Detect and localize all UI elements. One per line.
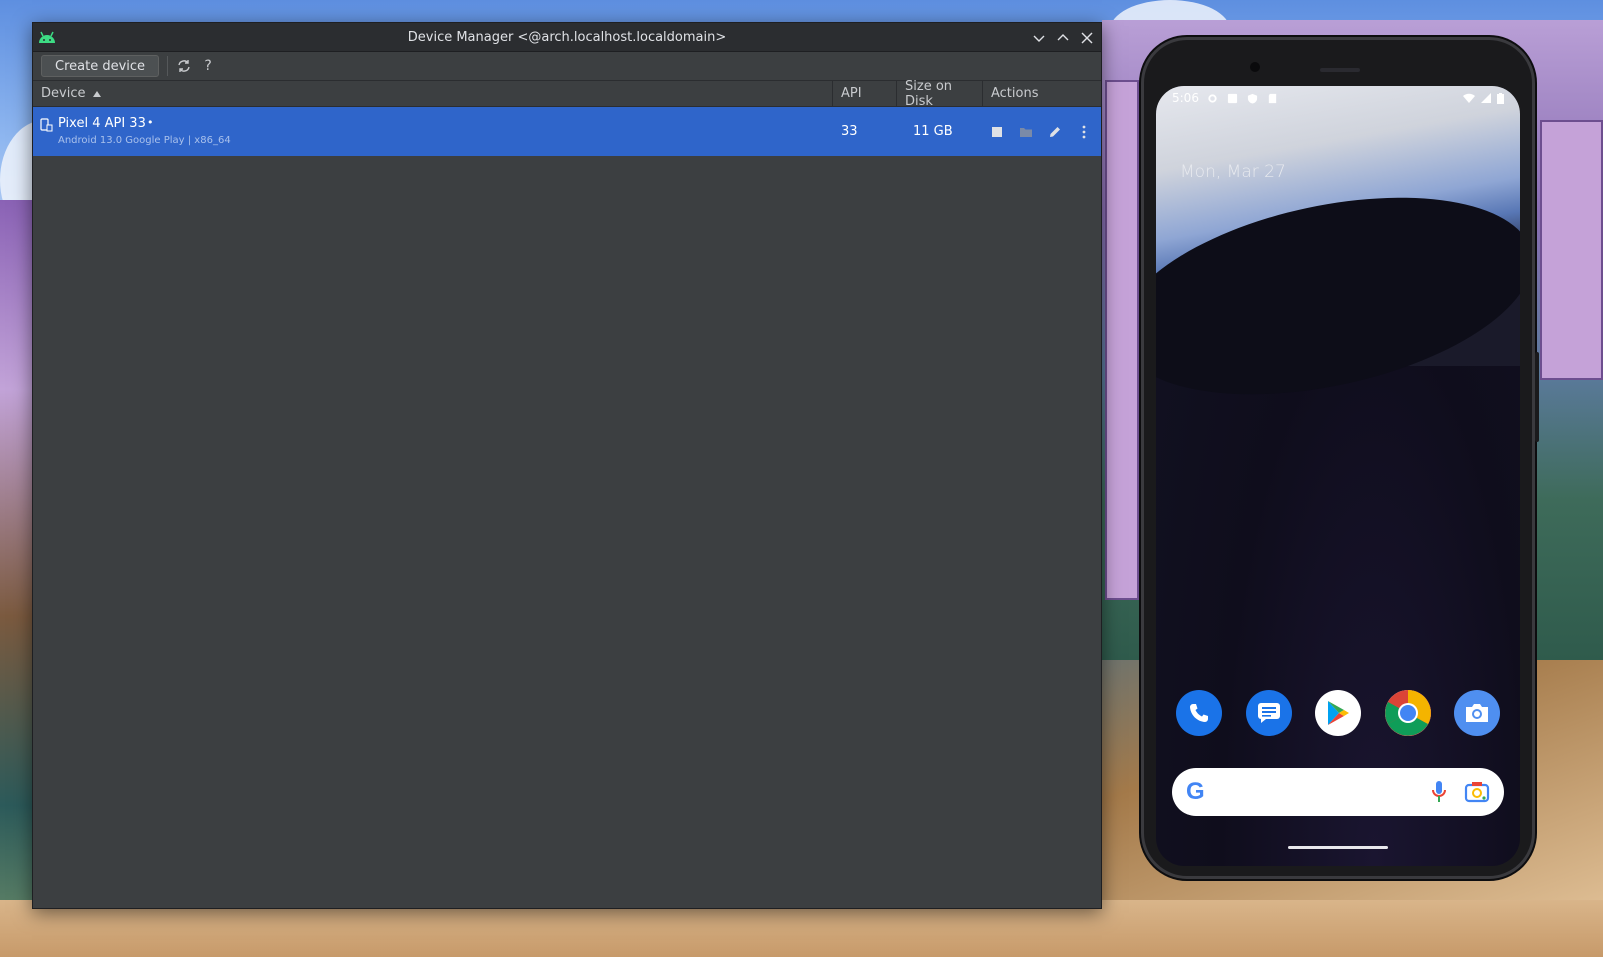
refresh-icon [178,60,190,72]
phone-device-icon [40,118,53,132]
device-name: Pixel 4 API 33 [58,116,146,131]
maximize-button[interactable] [1055,30,1071,46]
running-status-dot: • [147,116,154,129]
chevron-down-icon [1033,35,1045,42]
chevron-up-icon [1057,33,1069,40]
column-label: Size on Disk [905,78,953,109]
column-header-device[interactable]: Device [33,80,833,107]
more-options-button[interactable] [1076,124,1092,140]
shield-icon [1247,93,1258,104]
emulator-phone-frame: 5:06 Mon, Mar 27 G [1141,37,1539,879]
column-header-api[interactable]: API [833,80,897,107]
table-row[interactable]: Pixel 4 API 33 • Android 13.0 Google Pla… [33,107,1101,156]
play-store-app[interactable] [1315,690,1361,736]
front-camera [1250,62,1260,72]
messages-icon [1257,703,1280,723]
size-cell: 11 GB [913,124,953,139]
help-icon: ? [204,58,212,74]
chrome-app[interactable] [1384,690,1431,736]
stop-button[interactable] [989,124,1005,140]
google-search-bar[interactable]: G [1172,768,1504,816]
window-controls [1031,23,1095,52]
google-logo-icon: G [1186,778,1205,805]
toolbar-separator [167,56,169,76]
sort-ascending-icon [93,90,102,97]
window-title: Device Manager <@arch.localhost.localdom… [407,29,727,45]
android-icon [39,31,55,43]
phone-app[interactable] [1176,690,1222,736]
actions-cell [983,124,1101,140]
help-button[interactable]: ? [198,56,218,76]
gesture-home-bar[interactable] [1288,846,1388,849]
device-manager-window: Device Manager <@arch.localhost.localdom… [32,22,1102,909]
toolbar: Create device ? [33,52,1101,81]
column-label: Device [41,86,86,101]
close-icon [1081,32,1093,43]
device-list-empty-area [33,157,1101,908]
table-header: Device API Size on Disk Actions [33,78,1101,109]
camera-icon [1466,704,1488,722]
minimize-button[interactable] [1031,30,1047,46]
more-vertical-icon [1082,125,1086,138]
cell-signal-icon [1481,93,1491,103]
app-dock [1176,690,1500,736]
notification-icon [1227,93,1238,103]
edit-button[interactable] [1047,124,1063,140]
chrome-icon [1384,690,1431,736]
close-button[interactable] [1079,30,1095,46]
pencil-icon [1050,126,1060,137]
microphone-icon[interactable] [1432,780,1446,804]
open-folder-button[interactable] [1018,124,1034,140]
api-cell: 33 [841,124,858,139]
status-bar[interactable]: 5:06 [1156,86,1520,110]
google-lens-icon[interactable] [1464,781,1490,803]
camera-app[interactable] [1454,690,1500,736]
column-label: API [841,86,862,101]
settings-icon [1208,93,1217,103]
wifi-icon [1463,93,1475,103]
phone-icon [1190,704,1208,722]
device-subtitle: Android 13.0 Google Play | x86_64 [58,135,231,146]
status-time: 5:06 [1172,91,1199,105]
sd-card-icon [1268,93,1277,103]
refresh-button[interactable] [174,56,194,76]
column-header-size[interactable]: Size on Disk [897,78,983,109]
home-date[interactable]: Mon, Mar 27 [1180,162,1286,182]
title-bar[interactable]: Device Manager <@arch.localhost.localdom… [33,23,1101,52]
emulator-screen[interactable]: 5:06 Mon, Mar 27 G [1156,86,1520,866]
play-store-icon [1328,701,1349,725]
earpiece [1320,68,1360,72]
power-button[interactable] [1535,352,1539,442]
column-header-actions: Actions [983,81,1101,107]
battery-icon [1497,92,1504,104]
folder-icon [1020,127,1032,137]
create-device-button[interactable]: Create device [41,55,160,77]
messages-app[interactable] [1245,690,1292,736]
device-cell: Pixel 4 API 33 • Android 13.0 Google Pla… [33,107,833,156]
column-label: Actions [991,86,1039,101]
search-actions [1432,780,1490,804]
status-right [1463,92,1504,104]
stop-icon [992,126,1002,137]
